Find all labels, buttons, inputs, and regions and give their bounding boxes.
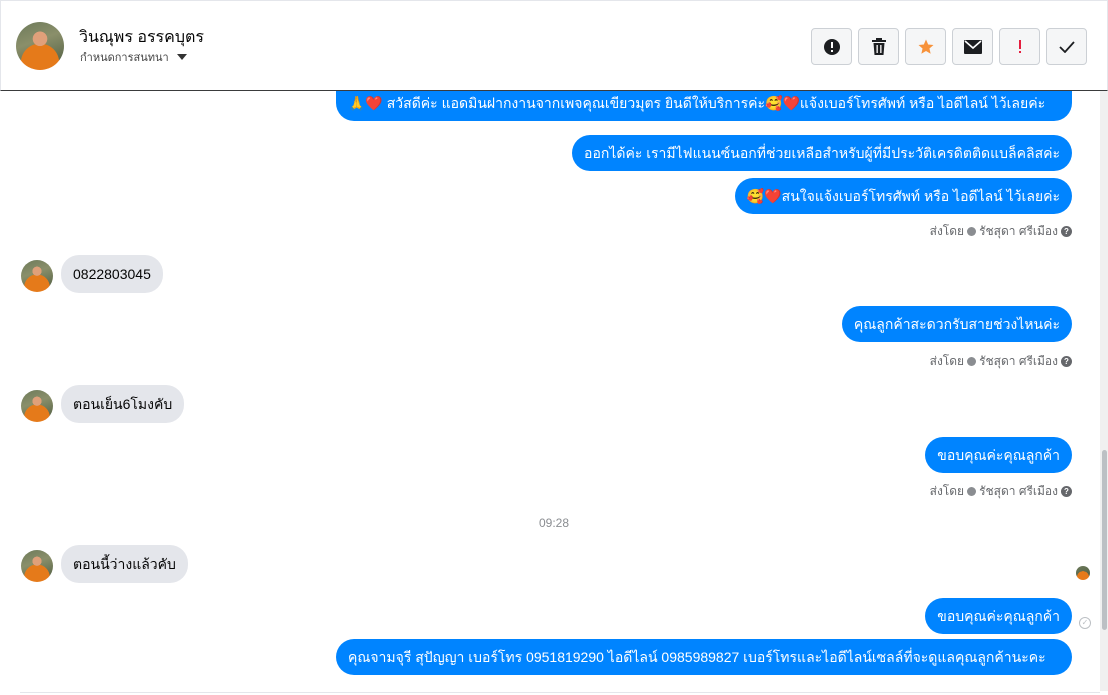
sent-by-label: ส่งโดย รัชสุดา ศรีเมือง ? <box>930 222 1072 241</box>
message-thread[interactable]: 🙏❤️ สวัสดีค่ะ แอดมินฝากงานจากเพจคุณเขียว… <box>0 91 1108 691</box>
sent-by-agent[interactable]: รัชสุดา ศรีเมือง <box>979 222 1058 241</box>
envelope-icon <box>963 39 982 54</box>
sender-avatar[interactable] <box>21 390 53 422</box>
sent-by-agent[interactable]: รัชสุดา ศรีเมือง <box>979 482 1058 501</box>
help-icon[interactable]: ? <box>1061 486 1072 497</box>
seen-indicator-avatar <box>1076 566 1090 580</box>
agent-status-icon <box>967 357 977 366</box>
star-icon <box>918 39 933 54</box>
help-icon[interactable]: ? <box>1061 356 1072 367</box>
conversation-header: วินณุพร อรรคบุตร กำหนดการสนทนา <box>0 0 1108 91</box>
exclamation-icon <box>1018 39 1021 53</box>
report-button[interactable] <box>811 28 852 65</box>
email-button[interactable] <box>952 28 993 65</box>
sent-by-prefix: ส่งโดย <box>929 484 965 498</box>
sender-avatar[interactable] <box>21 260 53 292</box>
agent-status-icon <box>967 487 977 496</box>
outgoing-message[interactable]: คุณลูกค้าสะดวกรับสายช่วงไหนค่ะ <box>841 306 1072 342</box>
help-icon[interactable]: ? <box>1061 226 1072 237</box>
exclamation-circle-icon <box>823 38 840 55</box>
outgoing-message[interactable]: ออกได้ค่ะ เรามีไฟแนนซ์นอกที่ช่วยเหลือสำห… <box>572 135 1072 171</box>
outgoing-message[interactable]: ขอบคุณค่ะคุณลูกค้า <box>925 598 1072 634</box>
outgoing-message[interactable]: 🥰❤️สนใจแจ้งเบอร์โทรศัพท์ หรือ ไอดีไลน์ ไ… <box>734 178 1072 214</box>
outgoing-message[interactable]: คุณจามจุรี สุปัญญา เบอร์โทร 0951819290 ไ… <box>336 639 1072 675</box>
done-button[interactable] <box>1046 28 1087 65</box>
outgoing-message[interactable]: 🙏❤️ สวัสดีค่ะ แอดมินฝากงานจากเพจคุณเขียว… <box>336 91 1072 121</box>
contact-avatar[interactable] <box>16 22 64 70</box>
checkmark-icon <box>1058 40 1075 53</box>
sender-avatar[interactable] <box>21 550 53 582</box>
contact-name[interactable]: วินณุพร อรรคบุตร <box>79 25 204 50</box>
sent-by-label: ส่งโดย รัชสุดา ศรีเมือง ? <box>930 482 1072 501</box>
sent-by-label: ส่งโดย รัชสุดา ศรีเมือง ? <box>930 352 1072 371</box>
sent-by-prefix: ส่งโดย <box>929 224 965 238</box>
incoming-message[interactable]: ตอนเย็น6โมงคับ <box>61 385 185 423</box>
delete-button[interactable] <box>858 28 899 65</box>
agent-status-icon <box>967 227 977 236</box>
conversation-status-dropdown[interactable]: กำหนดการสนทนา <box>80 48 187 66</box>
sent-by-agent[interactable]: รัชสุดา ศรีเมือง <box>979 352 1058 371</box>
delivered-check-icon: ✓ <box>1079 617 1091 629</box>
scrollbar-thumb[interactable] <box>1102 450 1107 630</box>
sent-by-prefix: ส่งโดย <box>929 354 965 368</box>
conversation-toolbar <box>811 28 1087 65</box>
caret-down-icon <box>176 54 187 60</box>
status-label: กำหนดการสนทนา <box>80 52 169 64</box>
trash-icon <box>871 37 886 55</box>
incoming-message[interactable]: ตอนนี้ว่างแล้วคับ <box>61 545 188 583</box>
time-separator: 09:28 <box>538 516 570 530</box>
important-button[interactable] <box>999 28 1040 65</box>
star-button[interactable] <box>905 28 946 65</box>
incoming-message[interactable]: 0822803045 <box>61 255 163 293</box>
outgoing-message[interactable]: ขอบคุณค่ะคุณลูกค้า <box>925 437 1072 473</box>
